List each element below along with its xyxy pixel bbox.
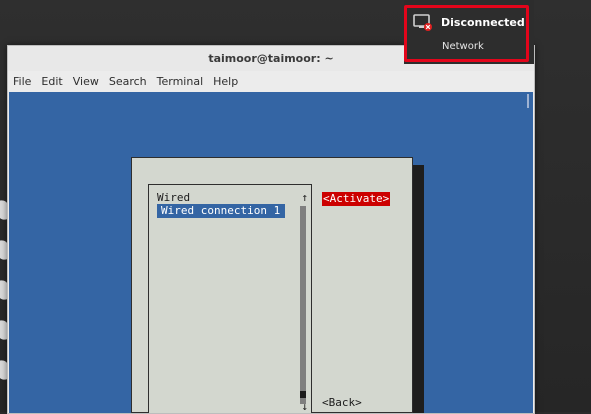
menu-bar: File Edit View Search Terminal Help bbox=[8, 71, 534, 91]
menu-search[interactable]: Search bbox=[109, 75, 147, 88]
menu-edit[interactable]: Edit bbox=[41, 75, 62, 88]
scroll-up-arrow-icon[interactable]: ↑ bbox=[301, 191, 308, 204]
terminal-window: taimoor@taimoor: ~ File Edit View Search… bbox=[7, 45, 535, 414]
terminal-area[interactable]: Wired Wired connection 1 ↑ ↓ <Activate> … bbox=[9, 92, 533, 413]
activate-button[interactable]: <Activate> bbox=[322, 192, 391, 206]
terminal-scrollbar[interactable] bbox=[527, 94, 529, 108]
back-button[interactable]: <Back> bbox=[322, 396, 362, 409]
menu-file[interactable]: File bbox=[13, 75, 31, 88]
list-scrollbar-thumb[interactable] bbox=[300, 391, 306, 398]
nmtui-dialog: Wired Wired connection 1 ↑ ↓ <Activate> … bbox=[131, 157, 413, 413]
list-item-wired-connection[interactable]: Wired connection 1 bbox=[157, 204, 285, 218]
scroll-down-arrow-icon[interactable]: ↓ bbox=[301, 400, 308, 413]
menu-terminal[interactable]: Terminal bbox=[157, 75, 204, 88]
list-header-wired: Wired bbox=[157, 191, 191, 204]
list-scrollbar-track[interactable] bbox=[300, 206, 306, 404]
menu-view[interactable]: View bbox=[73, 75, 99, 88]
annotation-highlight-box bbox=[404, 5, 529, 62]
menu-help[interactable]: Help bbox=[213, 75, 238, 88]
connection-list[interactable]: Wired Wired connection 1 ↑ ↓ bbox=[148, 184, 312, 413]
